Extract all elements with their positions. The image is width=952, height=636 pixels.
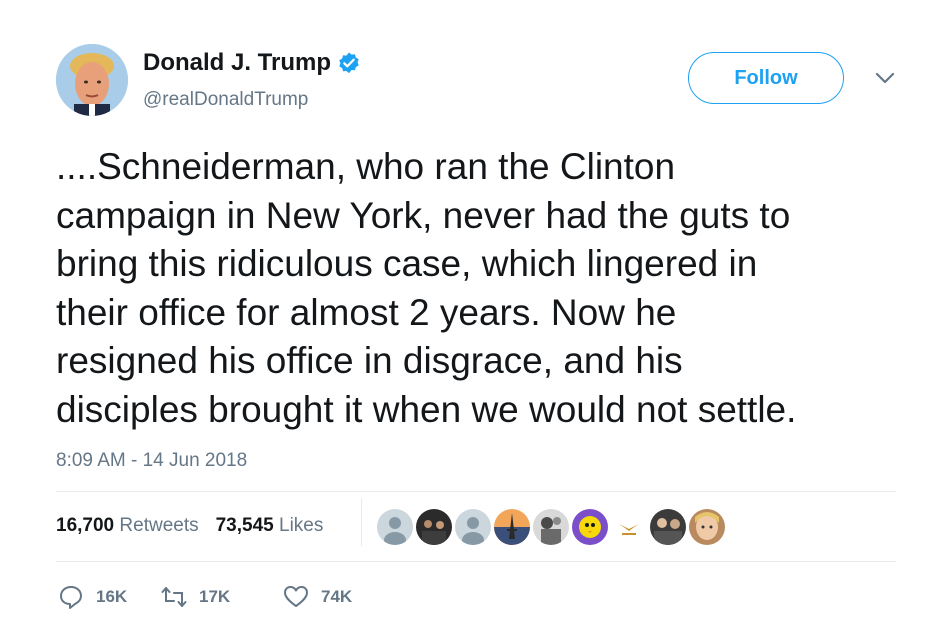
liker-avatar[interactable] <box>416 509 452 545</box>
reply-button[interactable]: 16K <box>58 584 161 610</box>
author-display-name[interactable]: Donald J. Trump <box>143 49 331 77</box>
retweets-count: 16,700 <box>56 515 115 536</box>
tweet-timestamp[interactable]: 8:09 AM - 14 Jun 2018 <box>56 450 247 472</box>
likes-label: Likes <box>279 515 324 536</box>
tweet-text: ....Schneiderman, who ran the Clinton ca… <box>56 146 797 430</box>
like-button[interactable]: 74K <box>283 584 352 610</box>
tweet-actions: 16K 17K 74K <box>58 584 352 610</box>
liker-avatar[interactable] <box>689 509 725 545</box>
liker-avatar[interactable] <box>377 509 413 545</box>
liker-avatar[interactable] <box>455 509 491 545</box>
retweet-button[interactable]: 17K <box>161 584 283 610</box>
retweet-count: 17K <box>199 587 231 606</box>
likes-count: 73,545 <box>215 515 274 536</box>
heart-icon <box>284 586 308 607</box>
stats-divider <box>361 498 362 546</box>
reply-icon <box>60 586 82 609</box>
tweet-stats: 16,700 Retweets 73,545 Likes <box>56 515 323 537</box>
liker-avatar[interactable] <box>611 509 647 545</box>
likers-avatars <box>377 509 725 545</box>
divider <box>56 561 896 562</box>
chevron-down-icon[interactable] <box>874 70 896 86</box>
divider <box>56 491 896 492</box>
liker-avatar[interactable] <box>533 509 569 545</box>
liker-avatar[interactable] <box>650 509 686 545</box>
retweets-stat[interactable]: 16,700 Retweets <box>56 515 199 537</box>
follow-button[interactable]: Follow <box>688 52 844 104</box>
liker-avatar[interactable] <box>494 509 530 545</box>
retweets-label: Retweets <box>119 515 199 536</box>
profile-avatar[interactable] <box>56 44 128 116</box>
likes-stat[interactable]: 73,545 Likes <box>216 515 324 537</box>
like-count: 74K <box>321 587 353 606</box>
author-handle[interactable]: @realDonaldTrump <box>143 89 308 111</box>
reply-count: 16K <box>96 587 128 606</box>
author-name-row: Donald J. Trump <box>143 49 361 77</box>
verified-badge-icon <box>339 52 359 74</box>
avatar-image <box>56 44 128 116</box>
retweet-icon <box>161 587 187 607</box>
liker-avatar[interactable] <box>572 509 608 545</box>
